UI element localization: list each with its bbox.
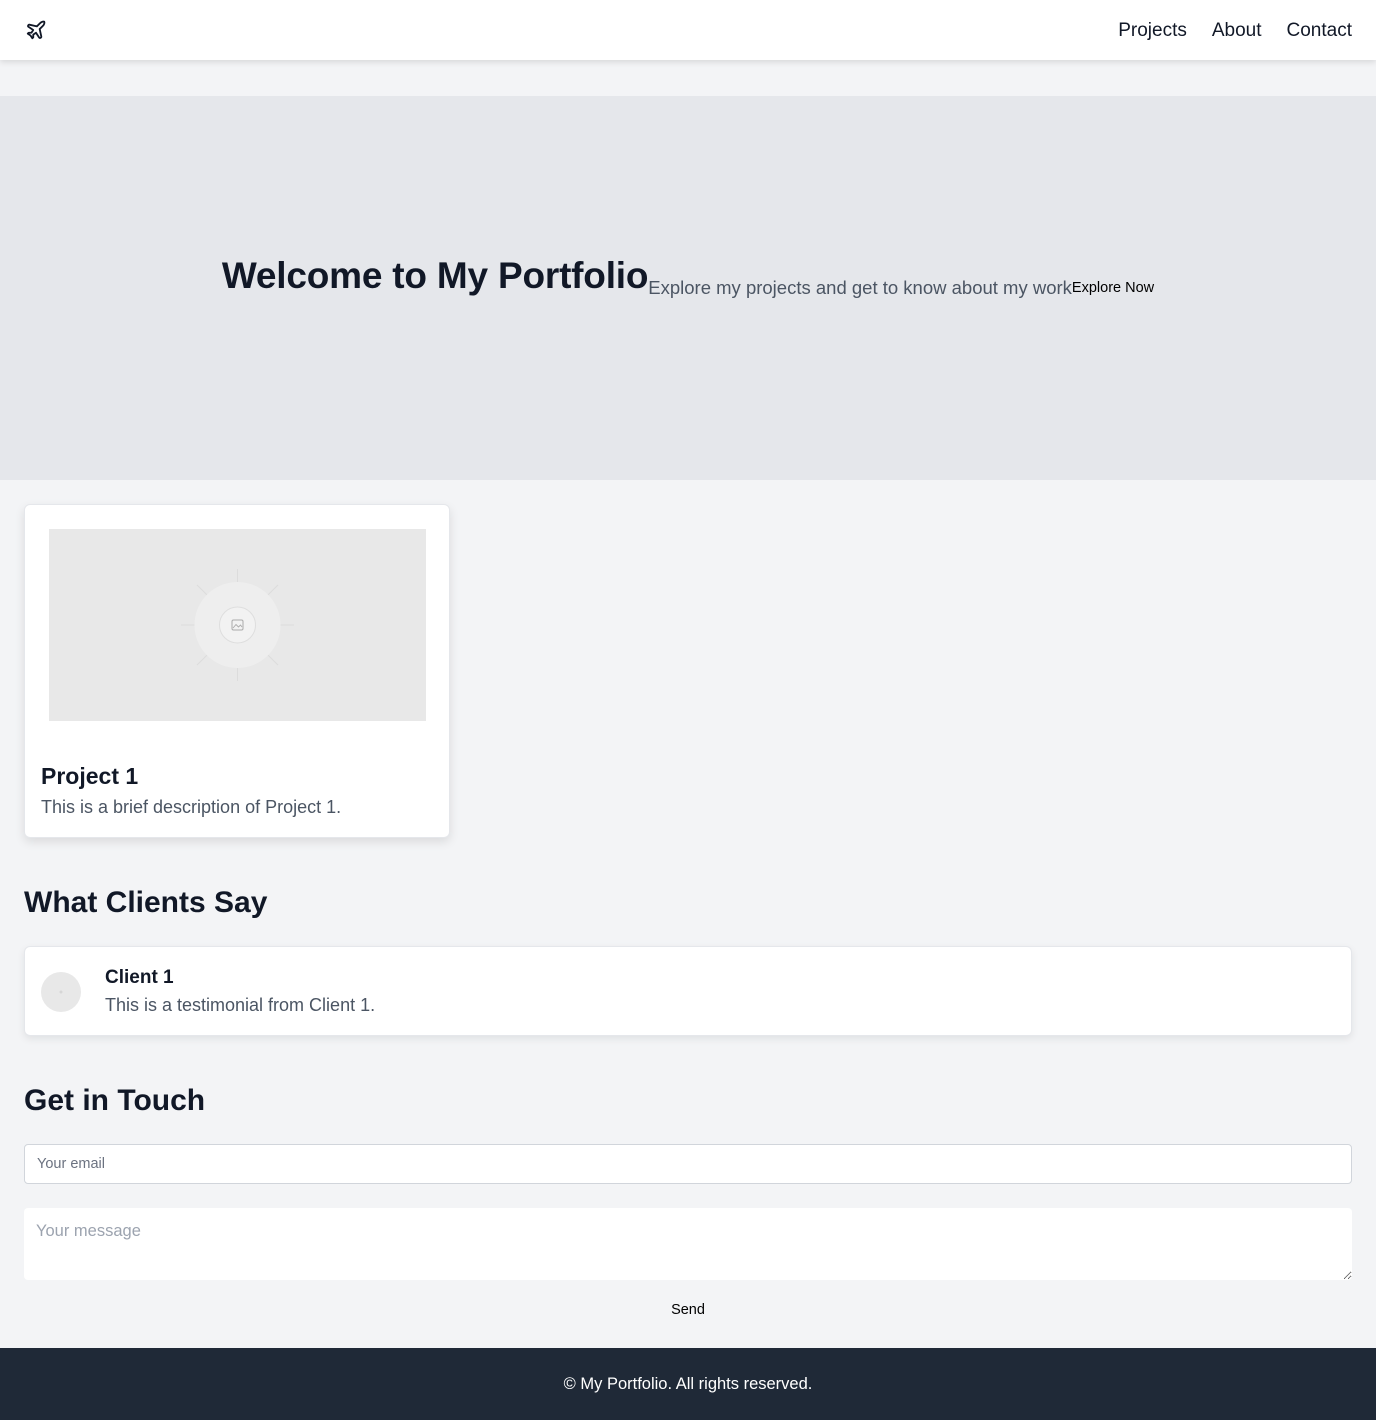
testimonial-text: This is a testimonial from Client 1.	[105, 995, 376, 1015]
airplane-icon[interactable]	[24, 18, 48, 42]
main-nav: Projects About Contact	[1118, 21, 1352, 40]
testimonials-heading: What Clients Say	[24, 886, 268, 919]
site-header: Projects About Contact	[0, 0, 1376, 60]
project-card[interactable]: Project 1 This is a brief description of…	[24, 504, 450, 838]
hero-content: Welcome to My Portfolio Explore my proje…	[222, 255, 1154, 309]
client-name: Client 1	[105, 967, 174, 988]
footer-copyright: © My Portfolio. All rights reserved.	[563, 1374, 813, 1393]
avatar-placeholder-icon	[41, 972, 81, 1012]
message-field[interactable]	[24, 1208, 1352, 1280]
project-image	[49, 529, 426, 721]
hero-subtitle: Explore my projects and get to know abou…	[648, 277, 1072, 298]
send-button[interactable]: Send	[671, 1302, 705, 1318]
nav-link-projects[interactable]: Projects	[1118, 21, 1187, 40]
site-footer: © My Portfolio. All rights reserved.	[0, 1348, 1376, 1420]
nav-link-contact[interactable]: Contact	[1287, 21, 1352, 40]
contact-heading: Get in Touch	[24, 1084, 206, 1117]
hero-section: Welcome to My Portfolio Explore my proje…	[0, 96, 1376, 480]
nav-link-about[interactable]: About	[1212, 21, 1262, 40]
testimonial-card: Client 1 This is a testimonial from Clie…	[24, 946, 1352, 1036]
email-field[interactable]	[24, 1144, 1352, 1184]
send-button-row: Send	[0, 1302, 1376, 1318]
project-title: Project 1	[41, 763, 139, 789]
image-placeholder-icon	[181, 569, 294, 681]
project-description: This is a brief description of Project 1…	[41, 797, 342, 817]
explore-now-button[interactable]: Explore Now	[1072, 280, 1154, 296]
hero-title: Welcome to My Portfolio	[221, 255, 649, 296]
